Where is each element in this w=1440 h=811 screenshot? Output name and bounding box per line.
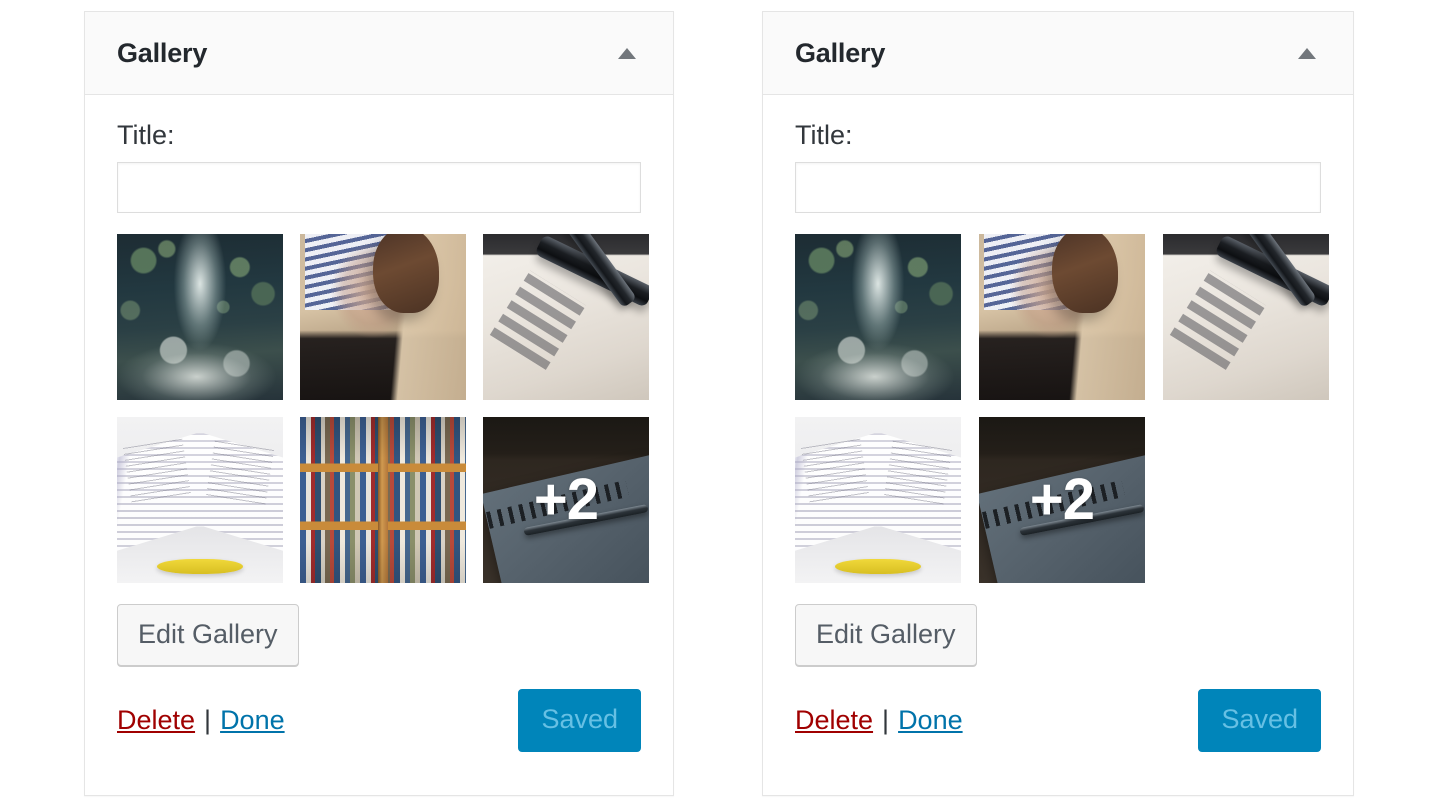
widget-title-1: Gallery — [117, 37, 208, 68]
gallery-thumbnail-grid-1: +2 — [117, 233, 649, 583]
done-widget-link-1[interactable]: Done — [220, 705, 285, 736]
title-field-label-1: Title: — [117, 120, 175, 150]
widget-title-2: Gallery — [795, 37, 886, 68]
link-separator-2: | — [882, 704, 890, 735]
widget-body-1: Title: +2 Edit Gallery — [85, 95, 673, 666]
widget-header-1[interactable]: Gallery — [85, 12, 673, 95]
gallery-thumbnail-open-book-1[interactable] — [117, 416, 283, 583]
notebook-pen-photo — [979, 416, 1145, 583]
widget-control-actions-1: Delete | Done Saved — [85, 666, 673, 752]
link-separator-1: | — [204, 704, 212, 735]
handwriting-marks — [489, 270, 587, 370]
book-page-text-left — [122, 438, 191, 504]
triangle-up-icon[interactable] — [1295, 41, 1319, 65]
pen-on-notebook — [523, 504, 649, 537]
book-page-text-right — [883, 440, 952, 506]
notebook-pen-photo — [483, 416, 649, 583]
gallery-thumbnail-notebook-overflow-2[interactable]: +2 — [979, 416, 1145, 583]
open-book-photo — [117, 416, 283, 583]
gallery-thumbnail-fountain-pens-1[interactable] — [483, 233, 649, 400]
person-sitting-beach-photo — [300, 233, 466, 400]
widget-control-actions-2: Delete | Done Saved — [763, 666, 1353, 752]
widget-links-1: Delete | Done — [117, 705, 285, 736]
pen-on-notebook — [1019, 504, 1145, 537]
gallery-actions-2: Edit Gallery — [795, 603, 1321, 666]
screenshot-stage: Gallery Title: +2 Edit Gallery Delete | … — [0, 0, 1440, 811]
fountain-pens-paper-photo — [483, 233, 649, 400]
gallery-thumbnail-fountain-pens-2[interactable] — [1163, 233, 1329, 400]
save-widget-button-2[interactable]: Saved — [1198, 688, 1321, 752]
gallery-thumbnail-person-beach-1[interactable] — [300, 233, 466, 400]
gallery-thumbnail-notebook-overflow-1[interactable]: +2 — [483, 416, 649, 583]
gallery-thumbnail-person-beach-2[interactable] — [979, 233, 1145, 400]
edit-gallery-button-1[interactable]: Edit Gallery — [117, 603, 299, 666]
delete-widget-link-2[interactable]: Delete — [795, 705, 873, 736]
gallery-thumbnail-forest-path-1[interactable] — [117, 233, 283, 400]
gallery-thumbnail-forest-path-2[interactable] — [795, 233, 961, 400]
widget-header-2[interactable]: Gallery — [763, 12, 1353, 95]
open-book-photo — [795, 416, 961, 583]
triangle-up-glyph — [1298, 47, 1316, 59]
gallery-thumbnail-bookshelf-1[interactable] — [300, 416, 466, 583]
gallery-actions-1: Edit Gallery — [117, 603, 641, 666]
handwriting-marks — [1169, 270, 1267, 370]
triangle-up-glyph — [618, 47, 636, 59]
triangle-up-icon[interactable] — [615, 41, 639, 65]
delete-widget-link-1[interactable]: Delete — [117, 705, 195, 736]
fountain-pens-paper-photo — [1163, 233, 1329, 400]
widget-links-2: Delete | Done — [795, 705, 963, 736]
title-input-1[interactable] — [117, 161, 641, 213]
gallery-thumbnail-open-book-2[interactable] — [795, 416, 961, 583]
book-page-text-left — [800, 438, 869, 504]
book-page-text-right — [205, 440, 274, 506]
title-input-2[interactable] — [795, 161, 1321, 213]
forest-path-photo — [795, 233, 961, 400]
title-field-label-2: Title: — [795, 120, 853, 150]
gallery-widget-1: Gallery Title: +2 Edit Gallery Delete | … — [84, 11, 674, 796]
done-widget-link-2[interactable]: Done — [898, 705, 963, 736]
forest-path-photo — [117, 233, 283, 400]
edit-gallery-button-2[interactable]: Edit Gallery — [795, 603, 977, 666]
widget-body-2: Title: +2 Edit Gallery — [763, 95, 1353, 666]
gallery-thumbnail-grid-2: +2 — [795, 233, 1329, 583]
save-widget-button-1[interactable]: Saved — [518, 688, 641, 752]
bookshelf-photo — [300, 416, 466, 583]
gallery-widget-2: Gallery Title: +2 Edit Gallery Delete | … — [762, 11, 1354, 796]
person-sitting-beach-photo — [979, 233, 1145, 400]
